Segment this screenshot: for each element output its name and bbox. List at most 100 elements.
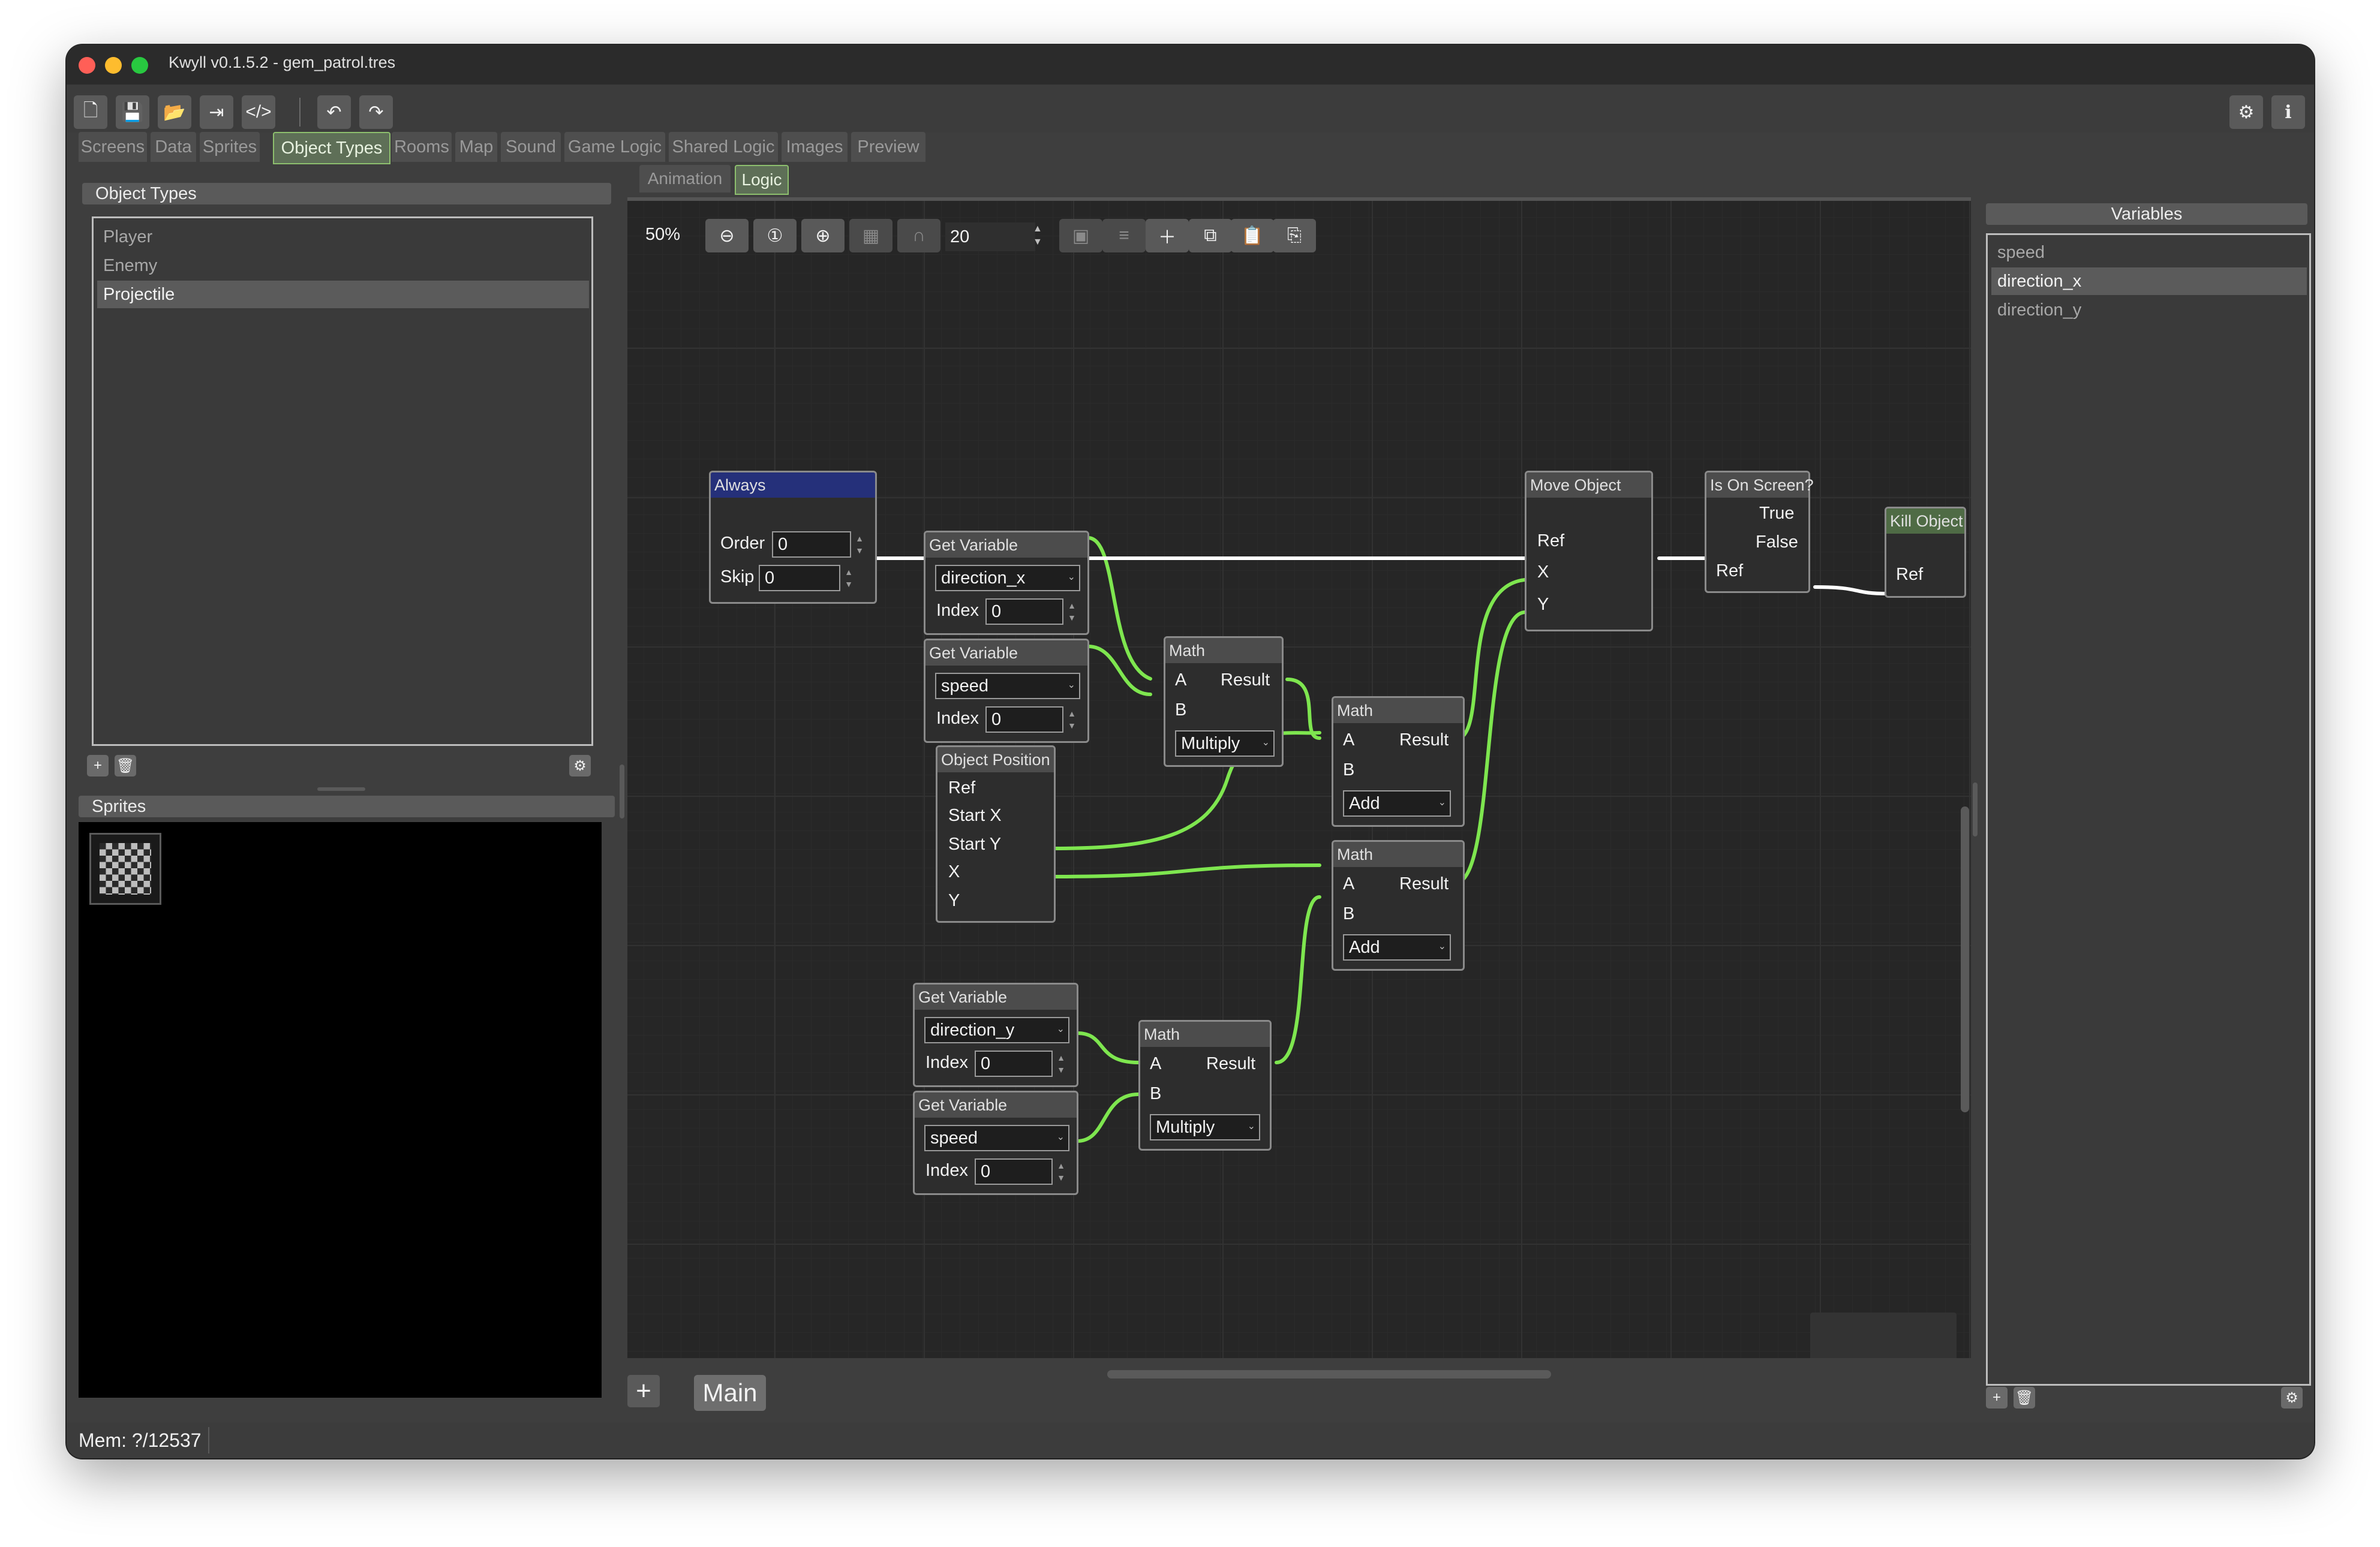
tab-logic[interactable]: Logic	[735, 165, 789, 195]
operation-select[interactable]: Add ⌄	[1343, 790, 1451, 817]
undo-button[interactable]: ↶	[317, 95, 351, 129]
variable-select[interactable]: speed ⌄	[924, 1125, 1069, 1151]
snap-distance-input[interactable]: 20	[945, 222, 1035, 251]
operation-select[interactable]: Multiply ⌄	[1175, 730, 1275, 757]
redo-button[interactable]: ↷	[359, 95, 393, 129]
zoom-in-button[interactable]: ⊕	[801, 219, 845, 252]
order-input[interactable]: 0	[772, 531, 851, 558]
x-input-label: X	[1537, 562, 1549, 582]
duplicate-button[interactable]: ⧉	[1189, 219, 1232, 252]
tab-screens[interactable]: Screens	[79, 132, 147, 162]
operation-select[interactable]: Multiply ⌄	[1150, 1114, 1260, 1140]
tab-images[interactable]: Images	[782, 132, 848, 162]
a-input-label: A	[1175, 670, 1187, 690]
add-object-type-button[interactable]: +	[87, 755, 109, 776]
variable-select[interactable]: direction_y ⌄	[924, 1017, 1069, 1043]
node-math-add-1[interactable]: Math A Result B Add ⌄	[1332, 696, 1465, 827]
add-graph-button[interactable]: +	[627, 1375, 660, 1407]
index-spinner[interactable]: ▲ ▼	[1055, 1052, 1067, 1076]
export-button[interactable]: ⇥	[200, 95, 233, 129]
object-type-settings-button[interactable]: ⚙	[569, 755, 591, 776]
index-spinner[interactable]: ▲ ▼	[1055, 1160, 1067, 1184]
node-get-variable-speed-2[interactable]: Get Variable speed ⌄ Index 0 ▲ ▼	[913, 1091, 1078, 1195]
list-item-player[interactable]: Player	[97, 223, 589, 251]
node-move-object[interactable]: Move Object Ref X Y	[1525, 471, 1653, 631]
zoom-window-button[interactable]	[131, 57, 148, 74]
variable-select[interactable]: speed ⌄	[935, 673, 1080, 699]
graph-minimap[interactable]	[1810, 1313, 1957, 1358]
index-input[interactable]: 0	[985, 598, 1063, 625]
right-panel-split-handle[interactable]	[1973, 782, 1978, 836]
tab-sound[interactable]: Sound	[501, 132, 561, 162]
tab-rooms[interactable]: Rooms	[392, 132, 452, 162]
toggle-grid-button[interactable]: ▦	[849, 219, 893, 252]
new-file-button[interactable]: 🗋	[74, 95, 107, 129]
operation-select[interactable]: Add ⌄	[1343, 934, 1451, 961]
a-input-label: A	[1150, 1054, 1162, 1073]
open-button[interactable]: 📂	[158, 95, 191, 129]
index-spinner[interactable]: ▲ ▼	[1066, 708, 1078, 732]
zoom-out-button[interactable]: ⊖	[705, 219, 749, 252]
node-get-variable-speed[interactable]: Get Variable speed ⌄ Index 0 ▲ ▼	[924, 639, 1089, 743]
code-button[interactable]: </>	[242, 95, 275, 129]
save-button[interactable]: 💾	[116, 95, 149, 129]
node-math-add-2[interactable]: Math A Result B Add ⌄	[1332, 840, 1465, 971]
left-panel-split-handle[interactable]	[620, 765, 624, 818]
index-spinner[interactable]: ▲ ▼	[1066, 600, 1078, 624]
paste-button[interactable]: ⎘	[1273, 219, 1316, 252]
settings-button[interactable]: ⚙	[2229, 95, 2263, 129]
node-title: Get Variable	[915, 1092, 1077, 1118]
graph-tab-main[interactable]: Main	[694, 1375, 766, 1411]
delete-variable-button[interactable]: 🗑	[2014, 1387, 2035, 1408]
sprite-thumbnail[interactable]	[89, 833, 161, 905]
skip-input[interactable]: 0	[759, 565, 840, 591]
node-kill-object[interactable]: Kill Object Ref	[1885, 507, 1966, 598]
copy-button[interactable]: 📋	[1231, 219, 1274, 252]
b-input-label: B	[1175, 700, 1187, 720]
minimap-toggle-button[interactable]: ▣	[1059, 219, 1102, 252]
zoom-reset-button[interactable]: ①	[753, 219, 797, 252]
minimize-window-button[interactable]	[105, 57, 122, 74]
graph-vertical-scrollbar[interactable]	[1961, 806, 1969, 1112]
list-item-enemy[interactable]: Enemy	[97, 252, 589, 279]
index-input[interactable]: 0	[985, 706, 1063, 733]
variable-settings-button[interactable]: ⚙	[2281, 1387, 2303, 1408]
snap-button[interactable]: ∩	[897, 219, 940, 252]
list-item-direction-x[interactable]: direction_x	[1991, 267, 2307, 295]
tab-animation[interactable]: Animation	[639, 165, 731, 192]
index-input[interactable]: 0	[975, 1158, 1053, 1185]
toolbar	[67, 85, 2314, 133]
tab-sprites[interactable]: Sprites	[200, 132, 260, 162]
list-item-speed[interactable]: speed	[1991, 239, 2307, 266]
list-item-projectile[interactable]: Projectile	[97, 281, 589, 308]
logic-graph-canvas[interactable]: 50% ⊖ ① ⊕ ▦ ∩ 20 ▲ ▼ ▣ ≡ ＋ ⧉ 📋 ⎘ Always O…	[627, 201, 1971, 1358]
node-always[interactable]: Always Order 0 ▲ ▼ Skip 0 ▲ ▼	[709, 471, 877, 604]
tab-preview[interactable]: Preview	[851, 132, 925, 162]
arrange-nodes-button[interactable]: ≡	[1102, 219, 1146, 252]
node-is-on-screen[interactable]: Is On Screen? True False Ref	[1705, 471, 1814, 593]
order-spinner[interactable]: ▲ ▼	[854, 532, 866, 556]
tab-map[interactable]: Map	[455, 132, 497, 162]
tab-data[interactable]: Data	[151, 132, 196, 162]
variable-select[interactable]: direction_x ⌄	[935, 565, 1080, 591]
snap-spinner[interactable]: ▲ ▼	[1033, 222, 1042, 249]
tab-game-logic[interactable]: Game Logic	[564, 132, 665, 162]
list-item-direction-y[interactable]: direction_y	[1991, 296, 2307, 324]
node-math-multiply-1[interactable]: Math A Result B Multiply ⌄	[1164, 636, 1284, 767]
node-get-variable-direction-x[interactable]: Get Variable direction_x ⌄ Index 0 ▲ ▼	[924, 531, 1089, 635]
x-output-label: X	[948, 862, 960, 881]
add-variable-button[interactable]: +	[1986, 1387, 2008, 1408]
delete-object-type-button[interactable]: 🗑	[115, 755, 136, 776]
node-math-multiply-2[interactable]: Math A Result B Multiply ⌄	[1138, 1020, 1272, 1151]
panel-split-handle[interactable]	[317, 787, 365, 791]
index-input[interactable]: 0	[975, 1051, 1053, 1077]
add-node-button[interactable]: ＋	[1146, 219, 1189, 252]
close-window-button[interactable]	[79, 57, 95, 74]
graph-horizontal-scrollbar[interactable]	[1107, 1370, 1551, 1379]
skip-spinner[interactable]: ▲ ▼	[843, 566, 855, 590]
tab-object-types[interactable]: Object Types	[273, 132, 390, 164]
node-object-position[interactable]: Object Position Ref Start X Start Y X Y	[936, 745, 1056, 923]
info-button[interactable]: ℹ	[2271, 95, 2305, 129]
node-get-variable-direction-y[interactable]: Get Variable direction_y ⌄ Index 0 ▲ ▼	[913, 983, 1078, 1087]
tab-shared-logic[interactable]: Shared Logic	[669, 132, 778, 162]
